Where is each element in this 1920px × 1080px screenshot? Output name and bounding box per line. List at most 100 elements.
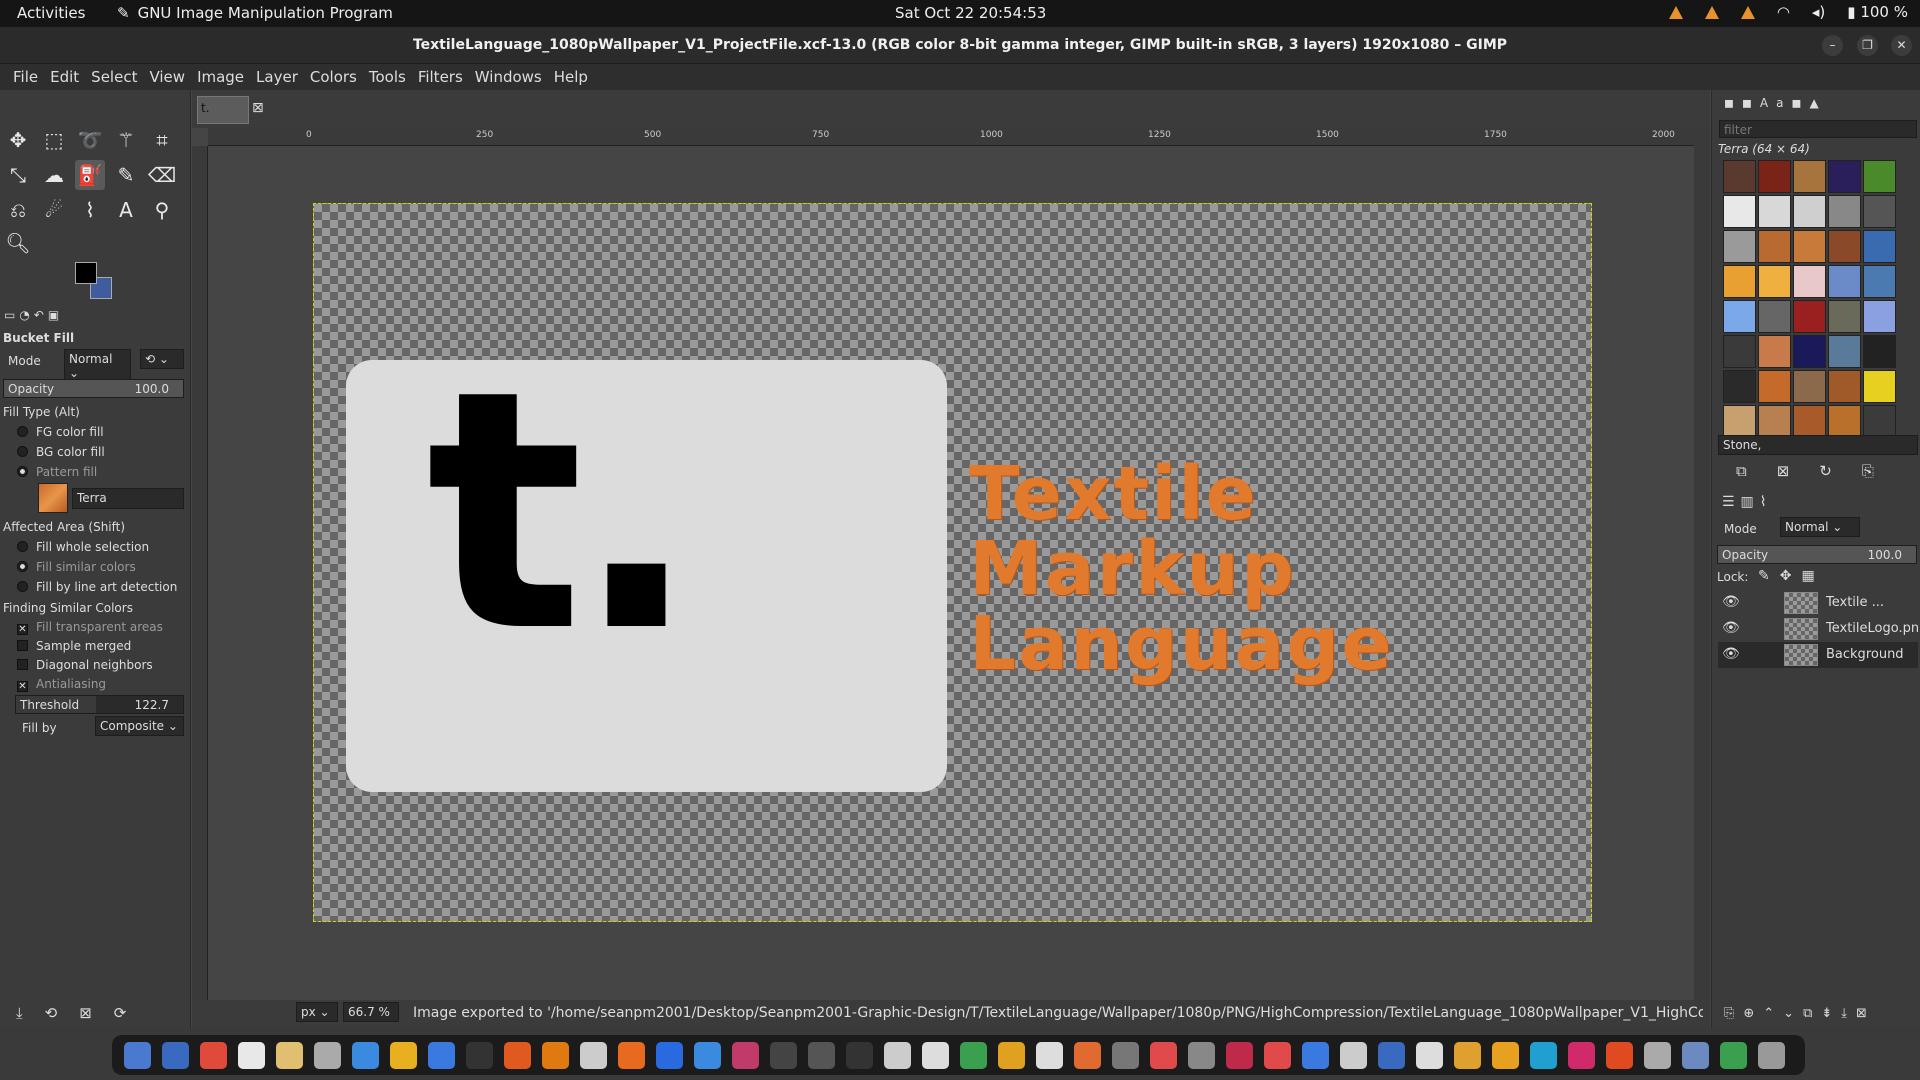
menu-image[interactable]: Image: [191, 64, 250, 90]
dock-app-icon[interactable]: [1720, 1041, 1747, 1069]
pattern-swatch[interactable]: [1793, 230, 1826, 263]
pattern-swatch[interactable]: [1828, 195, 1861, 228]
bg-color-fill-radio[interactable]: BG color fill: [17, 445, 105, 459]
dock-app-icon[interactable]: [162, 1041, 189, 1069]
pattern-swatch[interactable]: [1723, 335, 1756, 368]
dock-app-icon[interactable]: [1416, 1041, 1443, 1069]
layer-row-selected[interactable]: 👁︎ Background: [1718, 642, 1918, 668]
dock-app-icon[interactable]: [1150, 1041, 1177, 1069]
close-button[interactable]: ✕: [1891, 35, 1912, 56]
warning-icon[interactable]: [1740, 5, 1755, 19]
pattern-swatch[interactable]: [1758, 300, 1791, 333]
rect-select-tool-icon[interactable]: ⬚: [39, 125, 69, 155]
pattern-swatch[interactable]: [1863, 370, 1896, 403]
menu-view[interactable]: View: [143, 64, 191, 90]
app-menu[interactable]: ✎ GNU Image Manipulation Program: [117, 4, 393, 22]
pattern-swatch[interactable]: [1793, 160, 1826, 193]
clone-tool-icon[interactable]: ⎌: [3, 195, 33, 225]
paths-tool-icon[interactable]: ⌇: [75, 195, 105, 225]
pattern-swatch[interactable]: [1723, 265, 1756, 298]
clock[interactable]: Sat Oct 22 20:54:53: [895, 4, 1046, 22]
menu-help[interactable]: Help: [548, 64, 594, 90]
dock-app-icon[interactable]: [200, 1041, 227, 1069]
dock-app-icon[interactable]: [1112, 1041, 1139, 1069]
dock-app-icon[interactable]: [922, 1041, 949, 1069]
pattern-swatch[interactable]: [1793, 265, 1826, 298]
dock-app-icon[interactable]: [428, 1041, 455, 1069]
vertical-ruler[interactable]: [192, 146, 208, 1000]
dock-app-icon[interactable]: [238, 1041, 265, 1069]
crop-tool-icon[interactable]: ⌗: [147, 125, 177, 155]
dock-app-icon[interactable]: [960, 1041, 987, 1069]
pattern-swatch[interactable]: [1828, 370, 1861, 403]
pattern-swatch[interactable]: [1758, 195, 1791, 228]
dock-app-icon[interactable]: [124, 1041, 151, 1069]
dock-app-icon[interactable]: [352, 1041, 379, 1069]
layer-row[interactable]: 👁︎ TextileLogo.pn: [1718, 616, 1919, 642]
pattern-swatch[interactable]: [1828, 265, 1861, 298]
fill-by-select[interactable]: Composite ⌄: [95, 716, 184, 736]
pattern-swatch[interactable]: [1793, 300, 1826, 333]
move-tool-icon[interactable]: ✥: [3, 125, 33, 155]
pattern-swatch[interactable]: [1758, 370, 1791, 403]
pattern-filter-input[interactable]: filter: [1719, 120, 1917, 138]
pattern-preview[interactable]: [38, 483, 68, 513]
fill-transparent-checkbox[interactable]: ✕ Fill transparent areas: [17, 620, 163, 635]
paintbrush-tool-icon[interactable]: ✎: [111, 160, 141, 190]
fill-whole-selection-radio[interactable]: Fill whole selection: [17, 540, 149, 554]
pattern-swatch[interactable]: [1793, 405, 1826, 438]
antialiasing-checkbox[interactable]: ✕ Antialiasing: [17, 677, 106, 692]
layers-mode-select[interactable]: Normal ⌄: [1780, 517, 1860, 537]
dock-app-icon[interactable]: [1264, 1041, 1291, 1069]
pattern-swatch[interactable]: [1793, 370, 1826, 403]
pattern-swatch[interactable]: [1793, 335, 1826, 368]
dock-app-icon[interactable]: [314, 1041, 341, 1069]
threshold-slider[interactable]: Threshold 122.7: [15, 695, 184, 714]
pattern-grid[interactable]: [1723, 160, 1897, 438]
dock-app-icon[interactable]: [808, 1041, 835, 1069]
dock-app-icon[interactable]: [1758, 1041, 1785, 1069]
pattern-swatch[interactable]: [1863, 160, 1896, 193]
pattern-swatch[interactable]: [1723, 300, 1756, 333]
maximize-button[interactable]: ❐: [1857, 35, 1878, 56]
system-tray[interactable]: ◠ ◂) ▮ 100 %: [1668, 3, 1908, 21]
warp-tool-icon[interactable]: ☁: [39, 160, 69, 190]
fill-line-art-radio[interactable]: Fill by line art detection: [17, 580, 177, 594]
dock-app-icon[interactable]: [1606, 1041, 1633, 1069]
dock-app-icon[interactable]: [1340, 1041, 1367, 1069]
pattern-swatch[interactable]: [1828, 405, 1861, 438]
pattern-swatch[interactable]: [1793, 195, 1826, 228]
layer-row[interactable]: 👁︎ Textile ...: [1718, 590, 1918, 616]
close-tab-icon[interactable]: ⊠: [252, 100, 264, 116]
dock-app-icon[interactable]: [1454, 1041, 1481, 1069]
layer-action-buttons[interactable]: ⎘⊕⌃⌄⧉⇟⤓⊠: [1724, 1006, 1876, 1021]
menu-colors[interactable]: Colors: [304, 64, 363, 90]
dock-app-icon[interactable]: [694, 1041, 721, 1069]
dock-app-icon[interactable]: [1492, 1041, 1519, 1069]
dock-app-icon[interactable]: [656, 1041, 683, 1069]
fuzzy-select-tool-icon[interactable]: ⚚: [111, 125, 141, 155]
dock-app-icon[interactable]: [466, 1041, 493, 1069]
bucket-fill-tool-icon[interactable]: ⛽: [75, 160, 105, 190]
zoom-select[interactable]: 66.7 %: [343, 1002, 399, 1022]
pattern-swatch[interactable]: [1863, 265, 1896, 298]
pattern-swatch[interactable]: [1863, 335, 1896, 368]
dock-app-icon[interactable]: [1188, 1041, 1215, 1069]
eye-icon[interactable]: 👁︎: [1722, 646, 1740, 662]
diagonal-neighbors-checkbox[interactable]: Diagonal neighbors: [17, 658, 153, 672]
color-picker-tool-icon[interactable]: ⚲: [147, 195, 177, 225]
dock-app-icon[interactable]: [732, 1041, 759, 1069]
fill-similar-colors-radio[interactable]: Fill similar colors: [17, 560, 136, 574]
image-tab-thumbnail[interactable]: t.: [197, 96, 249, 124]
brushes-patterns-tabs[interactable]: ◼◼Aa◼▲: [1724, 96, 1827, 110]
menu-windows[interactable]: Windows: [469, 64, 548, 90]
vertical-scrollbar[interactable]: [1694, 128, 1710, 1000]
pattern-name-field[interactable]: Terra: [72, 488, 184, 509]
scale-tool-icon[interactable]: ⤡: [3, 160, 33, 190]
pattern-tag-select[interactable]: Stone,: [1718, 435, 1918, 455]
volume-icon[interactable]: ◂): [1812, 3, 1825, 21]
dock-app-icon[interactable]: [1036, 1041, 1063, 1069]
eye-icon[interactable]: 👁︎: [1722, 594, 1740, 610]
pattern-swatch[interactable]: [1863, 230, 1896, 263]
smudge-tool-icon[interactable]: ☄: [39, 195, 69, 225]
